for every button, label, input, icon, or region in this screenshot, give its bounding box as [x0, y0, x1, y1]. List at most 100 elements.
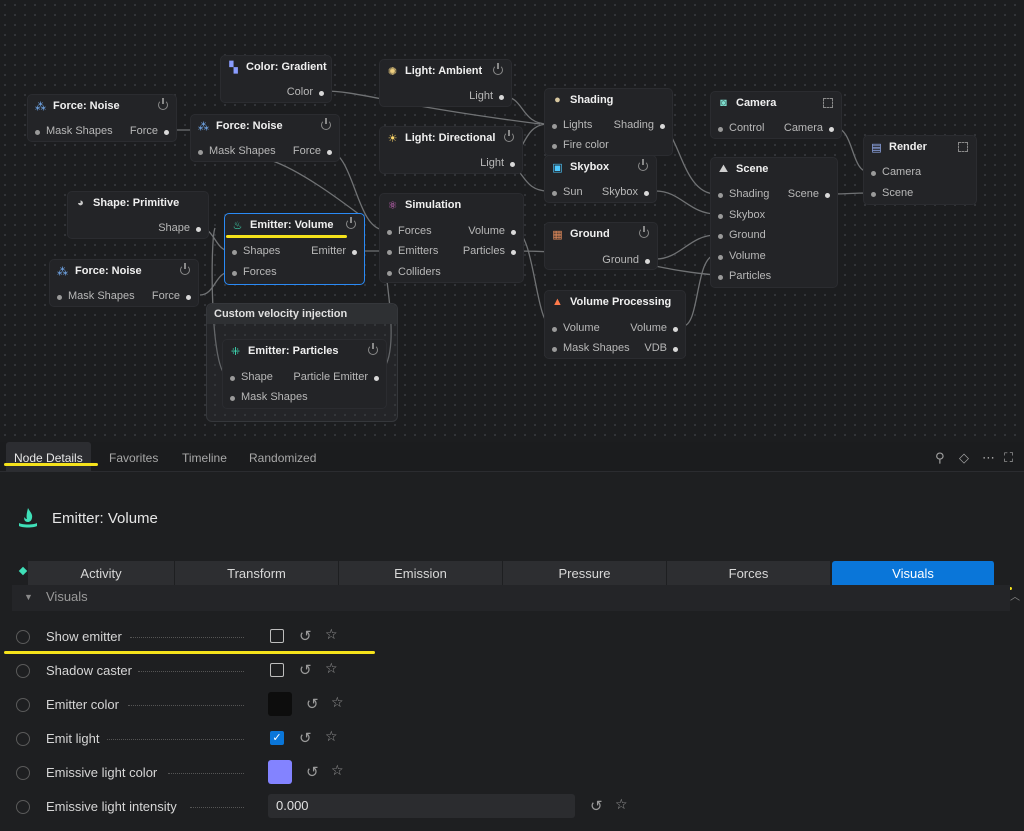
port-in[interactable]: Shapes: [231, 245, 280, 257]
port-in[interactable]: Mask Shapes: [230, 391, 308, 403]
port-in[interactable]: Mask Shapes: [198, 145, 276, 157]
power-icon[interactable]: [346, 217, 356, 229]
power-icon[interactable]: [504, 130, 514, 142]
node-skybox[interactable]: ▣ Skybox Sun Skybox: [544, 155, 657, 203]
port-in[interactable]: Ground: [718, 229, 766, 241]
port-out[interactable]: Color: [287, 86, 325, 98]
favorite-radio[interactable]: [16, 664, 30, 678]
port-out[interactable]: Skybox: [602, 186, 650, 198]
emit-light-checkbox[interactable]: ✓: [270, 731, 284, 745]
power-icon[interactable]: [158, 98, 168, 110]
tab-activity[interactable]: Activity: [28, 561, 175, 585]
node-render[interactable]: ▤ Render Camera Scene: [863, 135, 977, 205]
port-in[interactable]: Shading: [717, 188, 769, 200]
node-emitter-volume[interactable]: ♨ Emitter: Volume Shapes Forces Emitter: [224, 213, 365, 285]
tab-node-details[interactable]: Node Details: [6, 442, 91, 472]
port-in[interactable]: Skybox: [717, 209, 765, 221]
section-header-visuals[interactable]: ▼ Visuals: [12, 585, 1010, 611]
tab-emission[interactable]: Emission: [339, 561, 503, 585]
port-in[interactable]: Mask Shapes: [35, 125, 113, 137]
port-out[interactable]: Shape: [158, 222, 201, 234]
node-force-noise-3[interactable]: ⁂ Force: Noise Mask Shapes Force: [49, 259, 199, 307]
power-icon[interactable]: [180, 263, 190, 275]
port-out[interactable]: Particle Emitter: [293, 371, 379, 383]
tab-visuals[interactable]: Visuals: [832, 561, 995, 585]
port-out[interactable]: Scene: [788, 188, 831, 200]
reset-icon[interactable]: ↺: [299, 729, 312, 747]
port-in[interactable]: Mask Shapes: [57, 290, 135, 302]
node-scene[interactable]: ⛰ Scene Shading Skybox Ground Volume Part…: [710, 157, 838, 288]
port-in[interactable]: Volume: [718, 250, 766, 262]
expand-icon[interactable]: [958, 142, 968, 152]
search-icon[interactable]: ⚲: [935, 450, 945, 466]
node-force-noise-2[interactable]: ⁂ Force: Noise Mask Shapes Force: [190, 114, 340, 162]
port-out[interactable]: Light: [469, 90, 504, 102]
emissive-light-intensity-input[interactable]: 0.000: [268, 794, 575, 818]
port-in[interactable]: Mask Shapes: [552, 342, 630, 354]
tab-forces[interactable]: Forces: [667, 561, 831, 585]
port-out[interactable]: Volume: [468, 225, 516, 237]
port-out[interactable]: Shading: [614, 119, 666, 131]
star-icon[interactable]: ☆: [331, 762, 344, 779]
port-in[interactable]: Forces: [232, 266, 277, 278]
node-light-ambient[interactable]: ✺ Light: Ambient Light: [379, 59, 512, 107]
power-icon[interactable]: [639, 226, 649, 238]
favorite-radio[interactable]: [16, 800, 30, 814]
tab-randomized[interactable]: Randomized: [249, 442, 316, 472]
port-out[interactable]: Light: [480, 157, 515, 169]
power-icon[interactable]: [638, 159, 648, 171]
port-out[interactable]: Volume: [630, 322, 678, 334]
node-ground[interactable]: ▦ Ground Ground: [544, 222, 658, 270]
port-in[interactable]: Volume: [552, 322, 600, 334]
port-out[interactable]: Force: [293, 145, 333, 157]
diamond-icon[interactable]: ◇: [959, 450, 969, 466]
port-out[interactable]: Ground: [602, 254, 650, 266]
port-in[interactable]: Control: [717, 122, 764, 134]
emissive-light-color-swatch[interactable]: [268, 760, 292, 784]
tab-transform[interactable]: Transform: [175, 561, 339, 585]
tab-timeline[interactable]: Timeline: [182, 442, 227, 472]
star-icon[interactable]: ☆: [615, 796, 628, 813]
reset-icon[interactable]: ↺: [306, 763, 319, 781]
emitter-color-swatch[interactable]: [268, 692, 292, 716]
node-camera[interactable]: ◙ Camera Control Camera: [710, 91, 842, 139]
port-in[interactable]: Sun: [552, 186, 583, 198]
node-light-directional[interactable]: ☀ Light: Directional Light: [379, 126, 523, 174]
fullscreen-icon[interactable]: ⛶: [1004, 450, 1013, 466]
port-out[interactable]: Camera: [784, 122, 835, 134]
reset-icon[interactable]: ↺: [590, 797, 603, 815]
favorite-radio[interactable]: [16, 766, 30, 780]
power-icon[interactable]: [493, 63, 503, 75]
node-simulation[interactable]: ⚛ Simulation Forces Emitters Colliders Vo…: [379, 193, 524, 283]
favorite-radio[interactable]: [16, 732, 30, 746]
node-shading[interactable]: ● Shading Lights Fire color Shading: [544, 88, 673, 156]
port-out[interactable]: Force: [152, 290, 192, 302]
port-in[interactable]: Camera: [870, 166, 921, 178]
port-out[interactable]: Force: [130, 125, 170, 137]
port-out[interactable]: Particles: [463, 245, 517, 257]
port-in[interactable]: Shape: [230, 371, 273, 383]
tab-pressure[interactable]: Pressure: [503, 561, 667, 585]
port-in[interactable]: Scene: [870, 187, 913, 199]
node-graph-canvas[interactable]: Custom velocity injection ⁂ Force: Noise …: [0, 0, 1024, 442]
node-force-noise-1[interactable]: ⁂ Force: Noise Mask Shapes Force: [27, 94, 177, 142]
star-icon[interactable]: ☆: [331, 694, 344, 711]
expand-icon[interactable]: [823, 98, 833, 108]
port-out[interactable]: VDB: [644, 342, 678, 354]
number-value[interactable]: 0.000: [268, 794, 575, 818]
star-icon[interactable]: ☆: [325, 660, 338, 677]
port-in[interactable]: Lights: [551, 119, 592, 131]
show-emitter-checkbox[interactable]: [270, 629, 284, 643]
tab-favorites[interactable]: Favorites: [109, 442, 158, 472]
more-icon[interactable]: ⋯: [982, 450, 995, 466]
node-shape-primitive[interactable]: ◕ Shape: Primitive Shape: [67, 191, 209, 239]
favorite-radio[interactable]: [16, 630, 30, 644]
power-icon[interactable]: [321, 118, 331, 130]
node-emitter-particles[interactable]: ⁜ Emitter: Particles Shape Mask Shapes Pa…: [222, 339, 387, 409]
reset-icon[interactable]: ↺: [299, 661, 312, 679]
reset-icon[interactable]: ↺: [306, 695, 319, 713]
node-color-gradient[interactable]: ▚ Color: Gradient Color: [220, 55, 332, 103]
reset-icon[interactable]: ↺: [299, 627, 312, 645]
scroll-up-icon[interactable]: ︿: [1010, 588, 1020, 603]
star-icon[interactable]: ☆: [325, 728, 338, 745]
